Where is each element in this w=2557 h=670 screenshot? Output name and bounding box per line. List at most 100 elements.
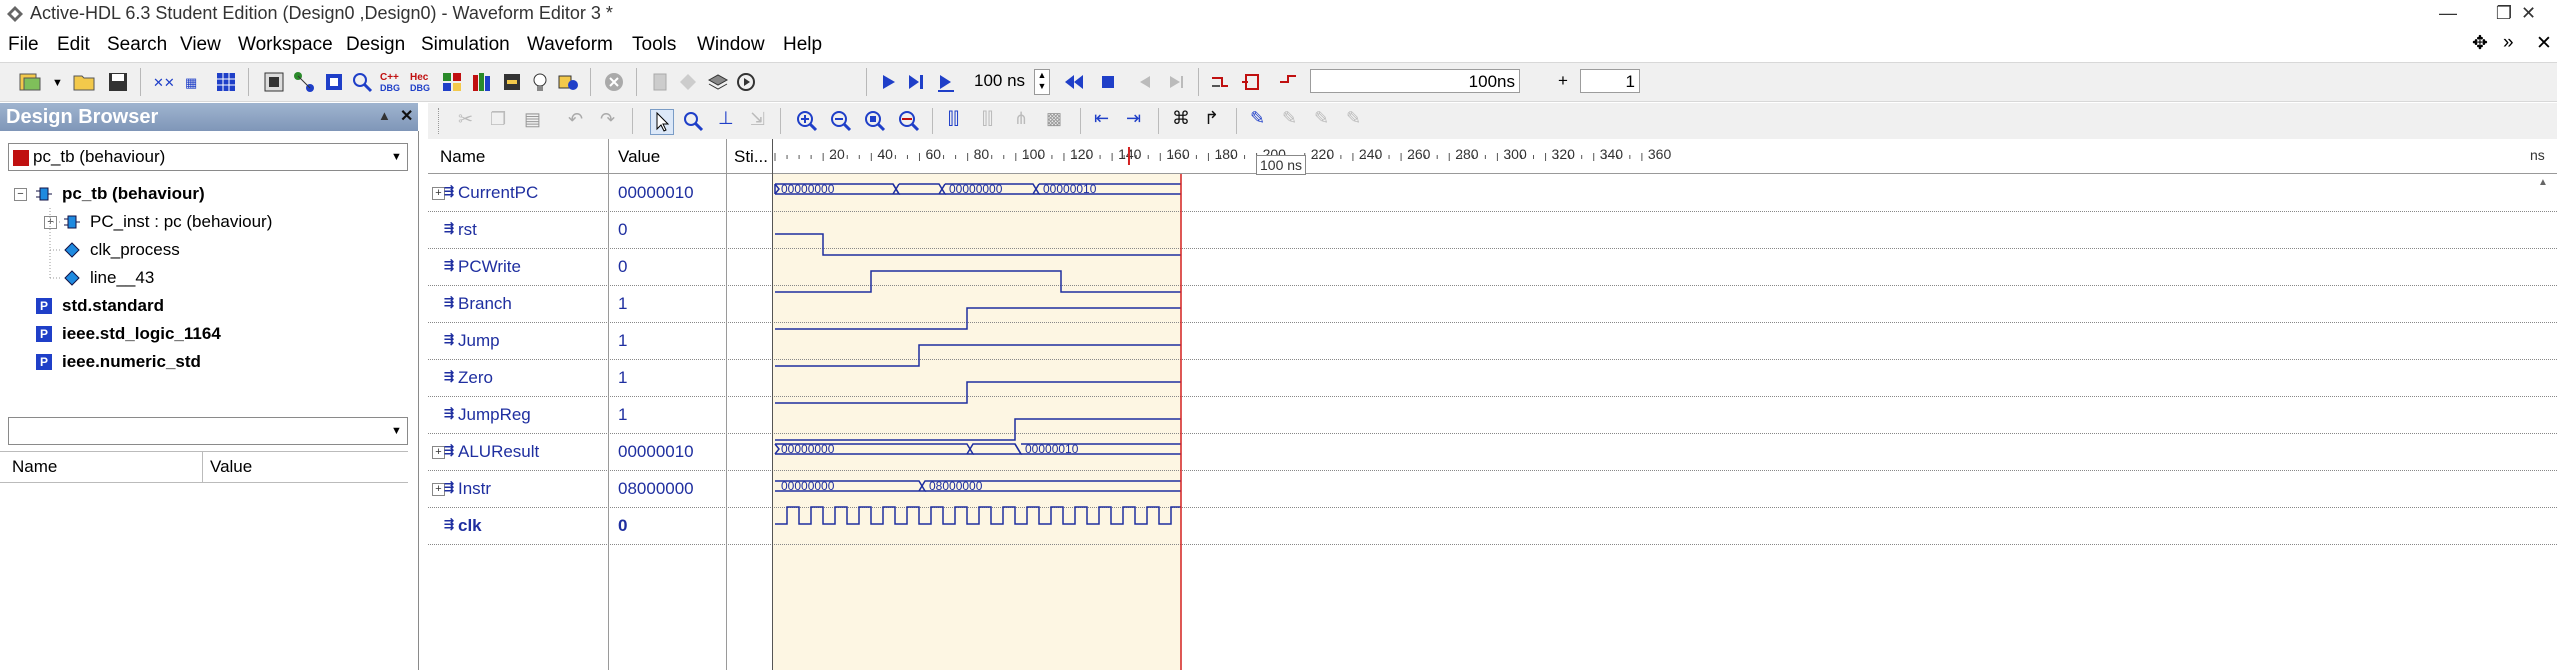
tree-item-pc-inst[interactable]: + PC_inst : pc (behaviour) (0, 208, 418, 236)
menu-waveform[interactable]: Waveform (527, 34, 613, 56)
menu-tools[interactable]: Tools (632, 34, 676, 56)
breakpoint-icon[interactable] (648, 70, 672, 94)
column-value[interactable]: Value (618, 147, 660, 167)
menu-view[interactable]: View (180, 34, 221, 56)
step-forward-icon[interactable] (1164, 70, 1188, 94)
add-step-button[interactable]: + (1558, 71, 1568, 91)
dropdown-arrow-icon[interactable]: ▼ (52, 77, 63, 89)
library-icon[interactable] (470, 70, 494, 94)
add-bookmark-icon[interactable]: ✎ (1250, 108, 1265, 129)
top-level-select[interactable]: pc_tb (behaviour) ▼ (8, 143, 408, 171)
menu-help[interactable]: Help (783, 34, 822, 56)
restart-icon[interactable] (734, 70, 758, 94)
tree-item-std-logic-1164[interactable]: P ieee.std_logic_1164 (0, 320, 418, 348)
prev-bookmark-icon[interactable]: ✎ (1282, 108, 1297, 129)
close-icon[interactable]: ✕ (2536, 32, 2552, 55)
menu-edit[interactable]: Edit (57, 34, 90, 56)
undo-icon[interactable]: ↶ (568, 109, 583, 130)
copy-icon[interactable]: ❐ (490, 109, 506, 130)
tree-item-numeric-std[interactable]: P ieee.numeric_std (0, 348, 418, 376)
column-name[interactable]: Name (12, 457, 57, 477)
open-folder-icon[interactable] (72, 70, 96, 94)
chevron-down-icon[interactable]: ▼ (391, 425, 402, 437)
merge-icon[interactable]: ⋔ (1014, 109, 1028, 129)
grid-icon[interactable] (214, 70, 238, 94)
run-icon[interactable] (876, 70, 900, 94)
trace-over-icon[interactable] (1240, 70, 1264, 94)
measure-icon[interactable]: ⊥ (718, 108, 734, 129)
zoom-in-icon[interactable] (796, 110, 818, 132)
close-panel-icon[interactable]: ✕ (400, 106, 413, 126)
run-until-icon[interactable] (904, 70, 928, 94)
move-icon[interactable]: ✥ (2472, 32, 2488, 55)
paste-icon[interactable]: ▤ (524, 109, 541, 130)
tools-icon[interactable] (556, 70, 580, 94)
time-spin-button[interactable]: ▲ ▼ (1034, 69, 1050, 95)
prev-edge-icon[interactable]: ⇤ (1094, 108, 1109, 129)
find-icon[interactable] (350, 70, 374, 94)
cpp-debug-icon[interactable]: C++DBG (380, 70, 404, 94)
end-sim-icon[interactable] (1096, 70, 1120, 94)
pin-icon[interactable]: ▲ (378, 108, 391, 123)
column-name[interactable]: Name (440, 147, 485, 167)
find-next-icon[interactable]: ↱ (1204, 108, 1219, 129)
scroll-up-icon[interactable]: ▲ (2538, 177, 2548, 188)
zoom-range-icon[interactable] (898, 110, 920, 132)
settings-icon[interactable] (500, 70, 524, 94)
menu-simulation[interactable]: Simulation (421, 34, 510, 56)
menu-bar: File Edit Search View Workspace Design S… (0, 30, 2557, 60)
column-stimulator[interactable]: Sti... (734, 147, 768, 167)
menu-search[interactable]: Search (107, 34, 167, 56)
menu-file[interactable]: File (8, 34, 39, 56)
hierarchy-icon[interactable] (262, 70, 286, 94)
chevron-down-icon[interactable]: ▼ (391, 151, 402, 163)
trace-out-icon[interactable] (1276, 70, 1300, 94)
new-workspace-icon[interactable] (18, 70, 42, 94)
menu-workspace[interactable]: Workspace (238, 34, 333, 56)
stimulator-icon[interactable]: ▩ (1046, 109, 1062, 129)
edit-wave-icon[interactable]: ⇲ (750, 109, 765, 130)
next-edge-icon[interactable]: ⇥ (1126, 108, 1141, 129)
zoom-out-icon[interactable] (830, 110, 852, 132)
tree-item-line-43[interactable]: line__43 (0, 264, 418, 292)
compile-all-icon[interactable]: ▦ (184, 70, 208, 94)
compile-icon[interactable]: ✕✕ (152, 70, 176, 94)
hdl-debug-icon[interactable]: HecDBG (410, 70, 434, 94)
select-pointer-icon[interactable] (650, 109, 674, 135)
run-for-icon[interactable] (934, 70, 958, 94)
run-for-time-field[interactable]: 100 ns (970, 69, 1032, 93)
tree-item-pc-tb[interactable]: − pc_tb (behaviour) (0, 180, 418, 208)
menu-design[interactable]: Design (346, 34, 405, 56)
menu-window[interactable]: Window (697, 34, 765, 56)
close-window-button[interactable]: ✕ (2500, 0, 2557, 28)
bulb-icon[interactable] (528, 70, 552, 94)
step-count-field[interactable]: 1 (1580, 69, 1640, 93)
redo-icon[interactable]: ↷ (600, 109, 615, 130)
network-icon[interactable] (292, 70, 316, 94)
restart-sim-icon[interactable] (1062, 70, 1086, 94)
binoculars-icon[interactable]: ⌘ (1172, 108, 1190, 129)
column-value[interactable]: Value (210, 457, 252, 477)
chevron-right-icon[interactable]: » (2503, 32, 2514, 54)
save-icon[interactable] (106, 70, 130, 94)
waveform-traces[interactable]: 00000000 00000000 00000010 00000000 0000… (773, 174, 2557, 670)
object-filter-select[interactable]: ▼ (8, 417, 408, 445)
next-bookmark-icon[interactable]: ✎ (1314, 108, 1329, 129)
trace-in-icon[interactable] (1208, 70, 1232, 94)
cut-icon[interactable]: ✂ (458, 109, 473, 130)
layers-icon[interactable] (706, 70, 730, 94)
zoom-tool-icon[interactable] (682, 110, 704, 132)
bus-icon[interactable]: ⫿⫿ (948, 109, 959, 129)
toggle-icon[interactable] (676, 70, 700, 94)
split-bus-icon[interactable]: ⫿⫿ (982, 109, 993, 129)
chip-icon[interactable] (322, 70, 346, 94)
clear-bookmarks-icon[interactable]: ✎ (1346, 108, 1361, 129)
minimize-button[interactable]: — (2420, 0, 2476, 28)
tree-item-std-standard[interactable]: P std.standard (0, 292, 418, 320)
step-back-icon[interactable] (1132, 70, 1156, 94)
grid-color-icon[interactable] (440, 70, 464, 94)
time-ruler[interactable]: 2040608010012014016018020022024026028030… (773, 139, 2557, 173)
tree-item-clk-process[interactable]: clk_process (0, 236, 418, 264)
zoom-fit-icon[interactable] (864, 110, 886, 132)
stop-icon[interactable] (602, 70, 626, 94)
